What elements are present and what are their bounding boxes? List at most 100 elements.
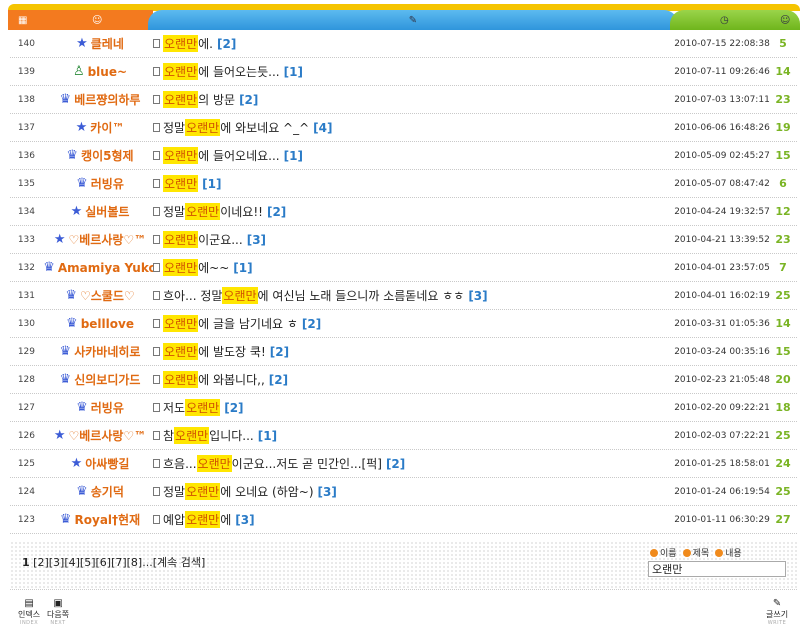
author-name[interactable]: 카이™: [90, 119, 124, 136]
table-row: 124 ♛ 송기덕 정말 오랜만 에 오네요 (하암~) [3] 2010-01-24 06…: [10, 478, 797, 506]
author-name[interactable]: blue~: [88, 65, 127, 79]
author-name[interactable]: 송기덕: [91, 483, 124, 500]
table-row: 139 ♙ blue~ 오랜만 에 들어오는듯... [1] 2010-07-11 09:2…: [10, 58, 797, 86]
post-number: 125: [17, 458, 35, 469]
author[interactable]: ♛ 베르쨩의하루: [44, 91, 156, 108]
author[interactable]: ♛ 러빙유: [44, 175, 156, 192]
post-title-link[interactable]: 오랜만 에 들어오는듯... [1]: [153, 63, 668, 80]
author[interactable]: ★ 아싸빵길: [44, 455, 156, 472]
title-prefix: 예압: [163, 513, 186, 527]
continue-search-link[interactable]: [계속 검색]: [153, 556, 206, 569]
table-row: 129 ♛ 사카바네히로 오랜만 에 발도장 쿡! [2] 2010-03-24 00:35…: [10, 338, 797, 366]
author-name[interactable]: ♡베르사랑♡™: [68, 231, 146, 248]
post-title-link[interactable]: 오랜만 에 글을 남기네요 ㅎ [2]: [153, 315, 668, 332]
post-title-link[interactable]: 오랜만 [1]: [153, 175, 668, 192]
author[interactable]: ♛ Royal†현재: [44, 511, 156, 528]
title-prefix: 정말: [163, 121, 186, 135]
author-name[interactable]: 실버볼트: [85, 203, 129, 220]
title-suffix: 에 와보네요 ^_^: [220, 121, 310, 135]
post-title-link[interactable]: 정말 오랜만 에 오네요 (하암~) [3]: [153, 483, 668, 500]
title-suffix: 입니다...: [209, 429, 254, 443]
author[interactable]: ★ ♡베르사랑♡™: [44, 231, 156, 248]
document-icon: [153, 459, 160, 468]
author-name[interactable]: 신의보디가드: [74, 371, 140, 388]
title-highlight: 오랜만: [185, 399, 221, 416]
post-number: 137: [17, 122, 35, 133]
author-name[interactable]: 캥이5형제: [81, 147, 134, 164]
page-links[interactable]: [2][3][4][5][6][7][8]...: [33, 556, 153, 569]
author-name[interactable]: ♡베르사랑♡™: [68, 427, 146, 444]
author[interactable]: ♛ 송기덕: [44, 483, 156, 500]
author[interactable]: ★ ♡베르사랑♡™: [44, 427, 156, 444]
post-title-link[interactable]: 예압 오랜만 에 [3]: [153, 511, 668, 528]
post-title-link[interactable]: 흐음... 오랜만 이군요...저도 곧 민간인...[퍽] [2]: [153, 455, 668, 472]
post-number: 126: [17, 430, 35, 441]
author-name[interactable]: 러빙유: [91, 399, 124, 416]
author[interactable]: ♛ 러빙유: [44, 399, 156, 416]
author[interactable]: ★ 카이™: [44, 119, 156, 136]
author[interactable]: ♛ 사카바네히로: [44, 343, 156, 360]
author[interactable]: ♛ 신의보디가드: [44, 371, 156, 388]
post-title-link[interactable]: 정말 오랜만 에 와보네요 ^_^ [4]: [153, 119, 668, 136]
post-number: 131: [17, 290, 35, 301]
author[interactable]: ♛ ♡스쿨드♡: [44, 287, 156, 304]
author-name[interactable]: 러빙유: [91, 175, 124, 192]
search-input[interactable]: [648, 561, 786, 577]
author-name[interactable]: Royal†현재: [75, 511, 141, 528]
author-name[interactable]: 베르쨩의하루: [74, 91, 140, 108]
grid-icon: ▦: [18, 14, 28, 26]
post-title-link[interactable]: 정말 오랜만 이네요!! [2]: [153, 203, 668, 220]
header-date-segment: ◷ ☺: [670, 10, 800, 30]
comment-count: [2]: [269, 344, 290, 359]
table-row: 127 ♛ 러빙유 저도 오랜만 [2] 2010-02-20 09:22:21 18: [10, 394, 797, 422]
post-date: 2010-02-03 07:22:21: [674, 430, 770, 441]
author[interactable]: ♛ Amamiya Yuko: [43, 260, 157, 275]
author-name[interactable]: belllove: [81, 317, 134, 331]
view-count: 27: [775, 513, 791, 526]
author[interactable]: ♛ belllove: [44, 316, 156, 331]
table-row: 131 ♛ ♡스쿨드♡ 흐아... 정말 오랜만 에 여신님 노래 들으니까 소름돋네요…: [10, 282, 797, 310]
search-option-name[interactable]: 이름: [650, 546, 677, 559]
post-title-link[interactable]: 오랜만 의 방문 [2]: [153, 91, 668, 108]
title-suffix: 이군요...: [198, 233, 243, 247]
write-button[interactable]: ✎ 글쓰기 WRITE: [766, 598, 788, 626]
author[interactable]: ♛ 캥이5형제: [44, 147, 156, 164]
author-name[interactable]: 클레네: [91, 35, 124, 52]
title-highlight: 오랜만: [163, 35, 199, 52]
next-page-button[interactable]: ▣ 다음쪽 NEXT: [47, 598, 69, 626]
post-date: 2010-03-31 01:05:36: [674, 318, 770, 329]
post-date: 2010-05-07 08:47:42: [674, 178, 770, 189]
post-title-link[interactable]: 참 오랜만 입니다... [1]: [153, 427, 668, 444]
post-title-link[interactable]: 오랜만 에 발도장 쿡! [2]: [153, 343, 668, 360]
post-title-link[interactable]: 오랜만 이군요... [3]: [153, 231, 668, 248]
post-date: 2010-04-01 16:02:19: [674, 290, 770, 301]
author[interactable]: ♙ blue~: [44, 64, 156, 79]
view-count: 14: [775, 317, 791, 330]
user-icon: ☺: [92, 14, 103, 26]
title-highlight: 오랜만: [185, 203, 221, 220]
post-title-link[interactable]: 흐아... 정말 오랜만 에 여신님 노래 들으니까 소름돋네요 ㅎㅎ [3]: [153, 287, 668, 304]
view-count: 15: [775, 345, 791, 358]
post-date: 2010-01-11 06:30:29: [674, 514, 770, 525]
search-option-subject[interactable]: 제목: [682, 546, 709, 559]
view-count: 24: [775, 457, 791, 470]
post-date: 2010-07-11 09:26:46: [674, 66, 770, 77]
index-button[interactable]: ▤ 인덱스 INDEX: [18, 598, 40, 626]
shield-icon: ♛: [59, 344, 72, 359]
author-name[interactable]: ♡스쿨드♡: [80, 287, 135, 304]
post-title-link[interactable]: 오랜만 에. [2]: [153, 35, 668, 52]
author-name[interactable]: Amamiya Yuko: [58, 261, 157, 275]
author-name[interactable]: 사카바네히로: [74, 343, 140, 360]
author[interactable]: ★ 실버볼트: [44, 203, 156, 220]
smile-icon: ☺: [780, 14, 791, 26]
document-icon: ▤: [24, 598, 34, 609]
search-option-content[interactable]: 내용: [715, 546, 742, 559]
post-date: 2010-02-20 09:22:21: [674, 402, 770, 413]
post-title-link[interactable]: 오랜만 에~~ [1]: [153, 259, 668, 276]
post-title-link[interactable]: 오랜만 에 들어오네요... [1]: [153, 147, 668, 164]
author-name[interactable]: 아싸빵길: [85, 455, 129, 472]
post-title-link[interactable]: 오랜만 에 와봅니다,, [2]: [153, 371, 668, 388]
post-number: 123: [17, 514, 35, 525]
post-title-link[interactable]: 저도 오랜만 [2]: [153, 399, 668, 416]
author[interactable]: ★ 클레네: [44, 35, 156, 52]
